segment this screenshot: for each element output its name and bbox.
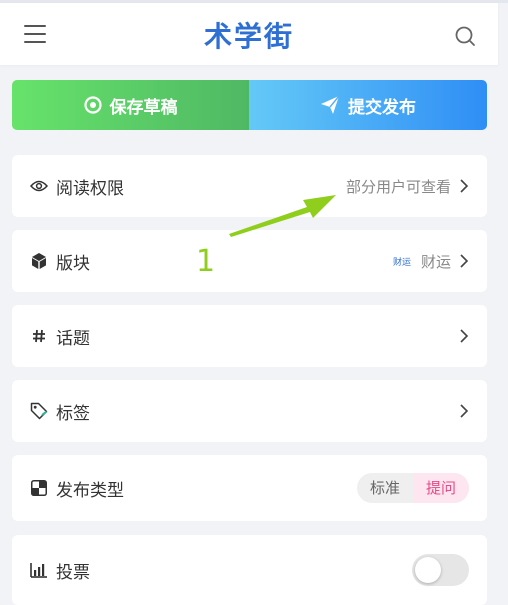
topic-label: 话题: [56, 328, 90, 349]
publish-type-label: 发布类型: [56, 480, 124, 501]
tag-icon: [30, 402, 48, 420]
submit-publish-label: 提交发布: [348, 97, 416, 118]
annotation-number: 1: [196, 244, 216, 279]
publish-type-question-option[interactable]: 提问: [412, 473, 469, 503]
cube-icon: [30, 252, 48, 270]
tags-row[interactable]: 标签: [12, 380, 487, 442]
bar-chart-icon: [30, 561, 48, 579]
eye-icon: [30, 177, 48, 195]
toggle-knob: [415, 557, 441, 583]
tags-label: 标签: [56, 403, 90, 424]
section-tag: 财运: [392, 257, 411, 268]
publish-type-standard-option[interactable]: 标准: [357, 473, 413, 503]
app-header: 术学街: [0, 3, 498, 65]
publish-type-selector: 标准 提问: [356, 473, 469, 503]
save-draft-label: 保存草稿: [109, 97, 178, 118]
read-permission-label: 阅读权限: [56, 178, 124, 199]
read-permission-value: 部分用户可查看: [345, 177, 451, 196]
section-label: 版块: [56, 253, 90, 274]
paper-plane-icon: [321, 95, 340, 114]
quadrant-icon: [30, 479, 48, 497]
submit-publish-button[interactable]: 提交发布: [249, 80, 487, 130]
chevron-right-icon: [460, 404, 469, 418]
publish-type-row: 发布类型 标准 提问: [12, 455, 487, 521]
topic-row[interactable]: 话题: [12, 305, 487, 367]
section-row[interactable]: 版块 财运 财运: [12, 230, 487, 292]
save-draft-button[interactable]: 保存草稿: [12, 80, 249, 130]
chevron-right-icon: [460, 179, 469, 193]
section-value: 财运: [420, 252, 451, 271]
vote-toggle[interactable]: [412, 554, 469, 586]
hashtag-icon: [30, 327, 48, 345]
vote-label: 投票: [56, 562, 90, 583]
save-icon: [83, 96, 102, 114]
chevron-right-icon: [460, 329, 469, 343]
annotation-arrow-icon: [229, 195, 336, 237]
vote-row: 投票: [12, 535, 487, 605]
search-icon[interactable]: [454, 25, 476, 47]
action-bar: 保存草稿 提交发布: [12, 80, 487, 130]
chevron-right-icon: [460, 254, 469, 268]
app-title: 术学街: [203, 20, 294, 53]
